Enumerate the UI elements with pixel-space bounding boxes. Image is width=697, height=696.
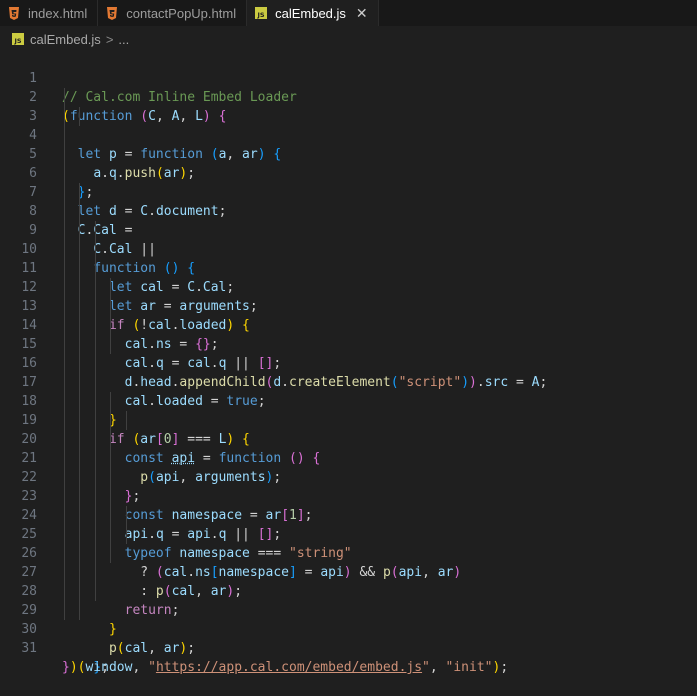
tab-label: index.html: [28, 5, 88, 21]
code-line: 25 ? (cal.ns[namespace] = api) && p(api,…: [0, 506, 697, 580]
html-file-icon: [106, 6, 118, 20]
code-line: 22 const namespace = ar[1];: [0, 449, 697, 523]
svg-text:JS: JS: [257, 11, 265, 19]
code-line: 24 typeof namespace === "string": [0, 487, 697, 561]
code-line: 10 let cal = C.Cal;: [0, 221, 697, 295]
code-line: 16 cal.loaded = true;: [0, 335, 697, 409]
code-line: 30 };: [0, 601, 697, 675]
tab-bar: index.html contactPopUp.html JS calEmbed…: [0, 0, 697, 26]
code-line: 23 api.q = api.q || [];: [0, 468, 697, 542]
code-line: 13 cal.ns = {};: [0, 278, 697, 352]
code-line: 17 }: [0, 354, 697, 428]
code-line: 7 C.Cal =: [0, 164, 697, 238]
embed-url-link[interactable]: https://app.cal.com/embed/embed.js: [156, 660, 422, 675]
code-line: 20 p(api, arguments);: [0, 411, 697, 485]
js-file-icon: JS: [255, 7, 268, 19]
code-line: 28 }: [0, 563, 697, 637]
code-line: 21 };: [0, 430, 697, 504]
line-number: 31: [21, 641, 37, 656]
code-line: 29 p(cal, ar);: [0, 582, 697, 656]
tab-label: contactPopUp.html: [126, 5, 237, 21]
breadcrumb-symbols[interactable]: ...: [118, 32, 129, 47]
code-line: 15 d.head.appendChild(d.createElement("s…: [0, 316, 697, 390]
code-line: 5 };: [0, 126, 697, 200]
init-string: "init": [445, 660, 493, 675]
breadcrumb: JS calEmbed.js > ...: [0, 28, 697, 50]
code-line: 18 if (ar[0] === L) {: [0, 373, 697, 447]
code-line: 1 // Cal.com Inline Embed Loader: [0, 50, 697, 105]
tab-index-html[interactable]: index.html: [0, 0, 99, 26]
breadcrumb-separator: >: [105, 31, 114, 47]
code-line: 31 })(window, "https://app.cal.com/embed…: [0, 620, 697, 675]
code-line: 4 a.q.push(ar);: [0, 107, 697, 181]
code-line: 2 (function (C, A, L) {: [0, 69, 697, 124]
code-line: 9 function () {: [0, 202, 697, 276]
close-icon[interactable]: ✕: [356, 5, 368, 22]
code-line: 27 return;: [0, 544, 697, 618]
html-file-icon: [8, 6, 20, 20]
code-line: 19 const api = function () {: [0, 392, 697, 466]
code-line: 6 let d = C.document;: [0, 145, 697, 219]
code-line: 3 let p = function (a, ar) {: [0, 88, 697, 162]
code-line: 26 : p(cal, ar);: [0, 525, 697, 599]
js-file-icon: JS: [12, 33, 24, 45]
tab-calembed-js[interactable]: JS calEmbed.js ✕: [247, 0, 379, 26]
code-line: 12 if (!cal.loaded) {: [0, 259, 697, 333]
code-line: 11 let ar = arguments;: [0, 240, 697, 314]
code-line: 14 cal.q = cal.q || [];: [0, 297, 697, 371]
code-line: 8 C.Cal ||: [0, 183, 697, 257]
breadcrumb-file[interactable]: calEmbed.js: [30, 32, 101, 47]
tab-contactpopup-html[interactable]: contactPopUp.html: [98, 0, 248, 26]
svg-text:JS: JS: [13, 37, 21, 45]
tab-label: calEmbed.js: [275, 5, 346, 21]
